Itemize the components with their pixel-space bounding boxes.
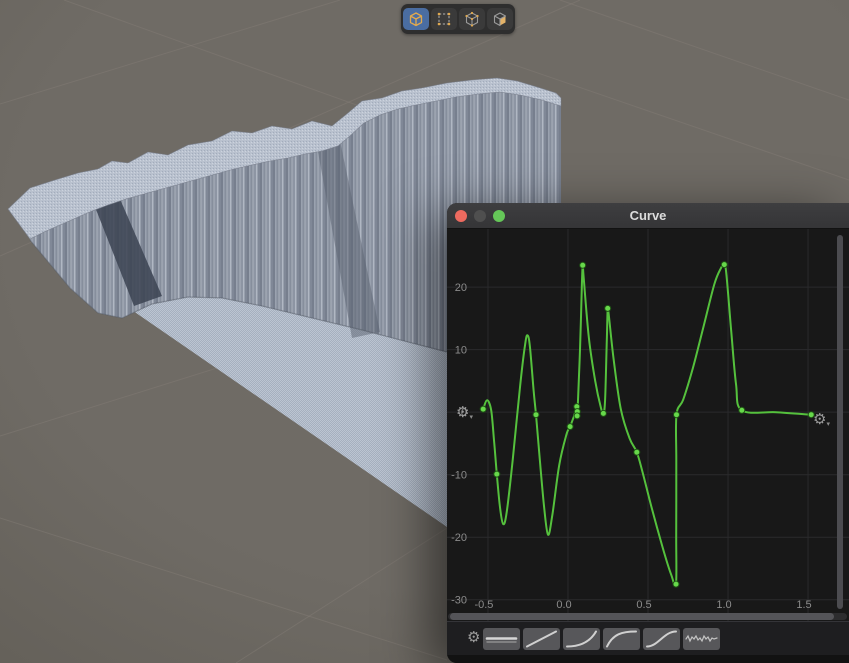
gear-icon: ⚙	[456, 404, 469, 421]
curve-plot-area[interactable]: -30-20-1001020-0.50.00.51.01.5 ⚙▾ ⚙▾	[447, 229, 849, 621]
y-tick-label: -20	[451, 532, 467, 544]
preset-ease-out-button[interactable]	[603, 628, 640, 650]
face-select-button[interactable]	[487, 8, 513, 30]
preset-ease-in-button[interactable]	[563, 628, 600, 650]
curve-editor-window: Curve -30-20-1001020-0.50.00.51.01.5 ⚙▾ …	[447, 203, 849, 663]
s-curve-curve-icon	[643, 628, 680, 650]
preset-s-curve-button[interactable]	[643, 628, 680, 650]
chevron-down-icon: ▾	[469, 414, 473, 421]
solid-select-button[interactable]	[403, 8, 429, 30]
window-bottom-edge	[447, 655, 849, 663]
ease-in-curve-icon	[563, 628, 600, 650]
control-point[interactable]	[567, 424, 573, 430]
gear-icon: ⚙	[467, 629, 480, 646]
control-point[interactable]	[574, 413, 580, 419]
control-point[interactable]	[533, 412, 539, 418]
control-point[interactable]	[739, 407, 745, 413]
control-point[interactable]	[605, 305, 611, 311]
control-point[interactable]	[494, 471, 500, 477]
window-title: Curve	[447, 203, 849, 228]
x-tick-label: -0.5	[474, 599, 493, 611]
x-tick-label: 1.5	[796, 599, 811, 611]
curve-presets-toolbar: ⚙	[447, 621, 849, 656]
cube-icon	[408, 11, 424, 27]
footer-gear-menu[interactable]: ⚙	[467, 630, 480, 645]
vertex-select-button[interactable]	[459, 8, 485, 30]
control-point[interactable]	[634, 449, 640, 455]
ease-out-curve-icon	[603, 628, 640, 650]
preset-linear-button[interactable]	[523, 628, 560, 650]
cube-face-icon	[492, 11, 508, 27]
preset-noise-button[interactable]	[683, 628, 720, 650]
y-tick-label: 10	[455, 345, 467, 357]
box-select-button[interactable]	[431, 8, 457, 30]
vertical-scrollbar-thumb[interactable]	[837, 235, 843, 609]
window-titlebar[interactable]: Curve	[447, 203, 849, 229]
dashed-box-icon	[436, 11, 452, 27]
control-point[interactable]	[673, 581, 679, 587]
preset-constant-button[interactable]	[483, 628, 520, 650]
curve-plot[interactable]: -30-20-1001020-0.50.00.51.01.5	[447, 229, 849, 621]
constant-curve-icon	[483, 628, 520, 650]
left-gear-menu[interactable]: ⚙▾	[456, 405, 473, 425]
y-tick-label: -30	[451, 595, 467, 607]
horizontal-scrollbar-thumb[interactable]	[450, 613, 834, 620]
right-gear-menu[interactable]: ⚙▾	[813, 412, 830, 432]
control-point[interactable]	[674, 412, 680, 418]
x-tick-label: 0.5	[636, 599, 651, 611]
y-tick-label: -10	[451, 470, 467, 482]
linear-curve-icon	[523, 628, 560, 650]
control-point[interactable]	[480, 406, 486, 412]
control-point[interactable]	[580, 262, 586, 268]
cube-vertices-icon	[464, 11, 480, 27]
x-tick-label: 0.0	[556, 599, 571, 611]
selection-mode-toolbar	[401, 4, 515, 34]
control-point[interactable]	[721, 262, 727, 268]
chevron-down-icon: ▾	[826, 421, 830, 428]
horizontal-scrollbar[interactable]	[448, 613, 847, 620]
gear-icon: ⚙	[813, 411, 826, 428]
noise-curve-icon	[683, 628, 720, 650]
screen: { "viewport": { "background_color": "#6f…	[0, 0, 849, 663]
preset-row	[483, 628, 720, 650]
x-tick-label: 1.0	[716, 599, 731, 611]
control-point[interactable]	[600, 410, 606, 416]
y-tick-label: 20	[455, 282, 467, 294]
